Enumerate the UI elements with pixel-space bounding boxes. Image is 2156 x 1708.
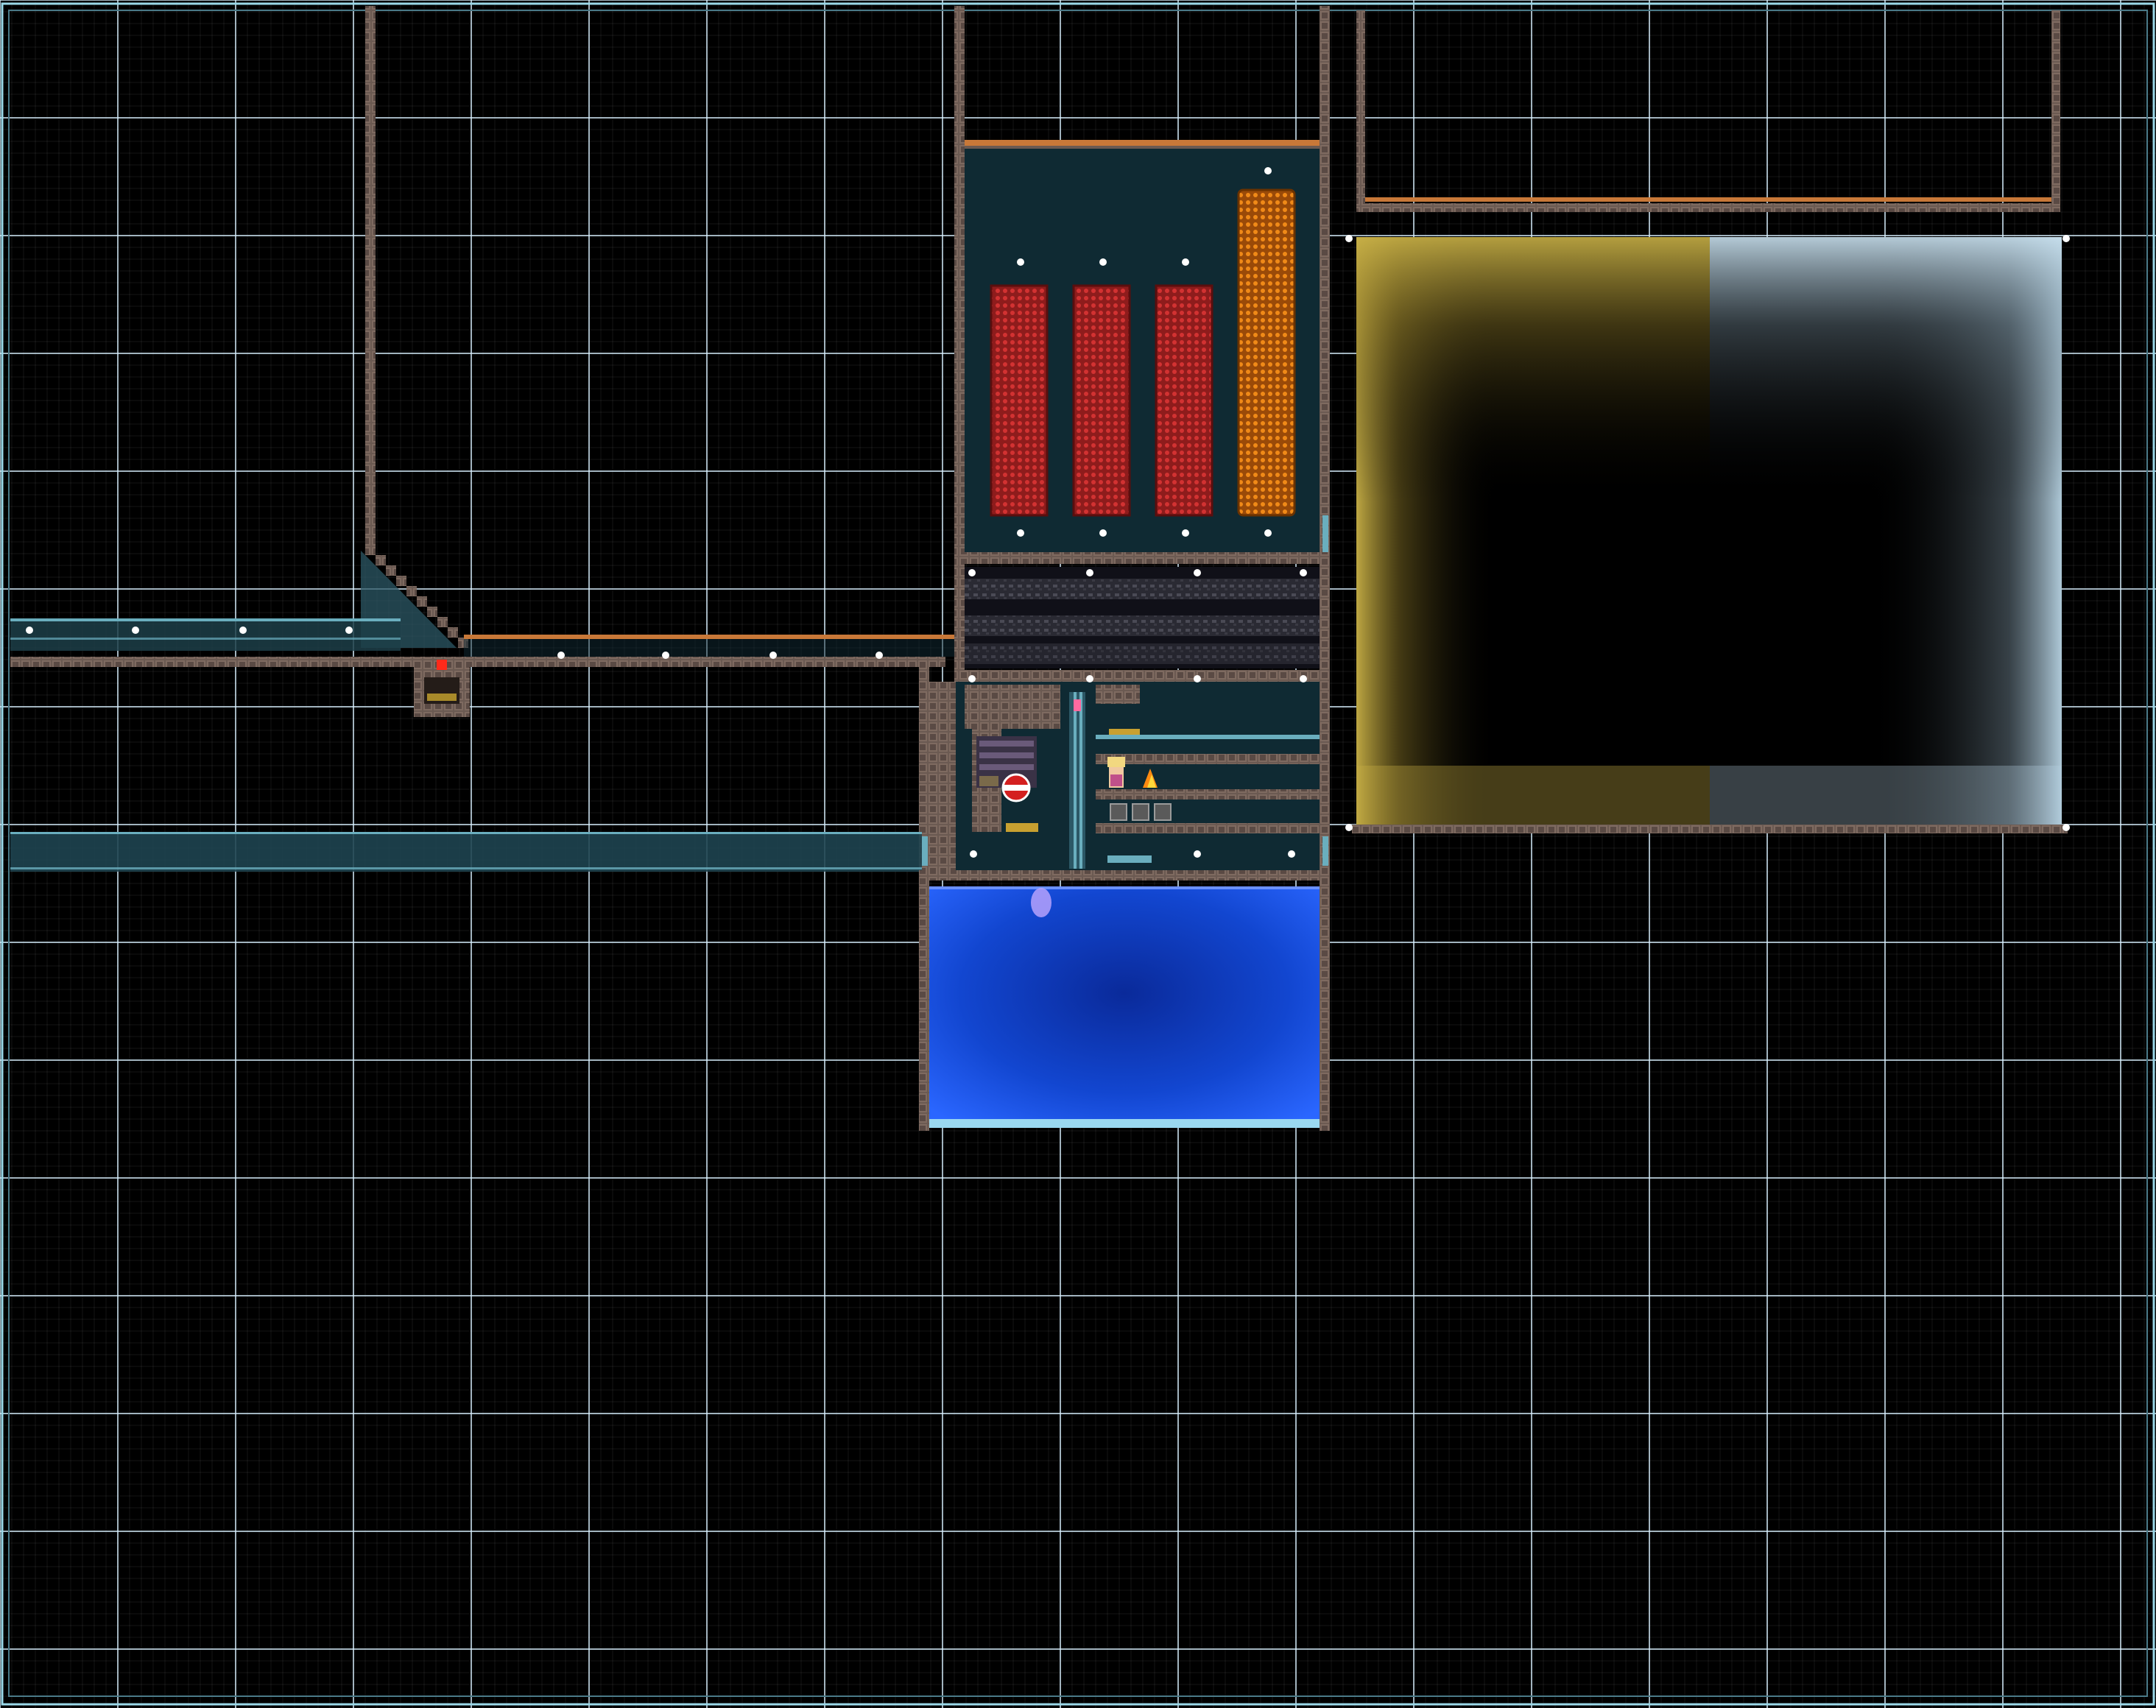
light-icon[interactable] [1182, 529, 1189, 537]
workbench-icon[interactable] [1006, 823, 1038, 832]
light-icon[interactable] [557, 652, 565, 659]
brick-block-upper [965, 685, 1060, 729]
pool-wall-left [919, 881, 929, 1131]
right-shaft-wall-right [2051, 10, 2060, 212]
brick-pillar-left [929, 682, 956, 870]
lower-left-corridor [10, 832, 922, 872]
light-icon[interactable] [662, 652, 669, 659]
light-icon[interactable] [26, 627, 33, 634]
bed-icon[interactable] [979, 776, 998, 786]
table-icon[interactable] [1109, 729, 1140, 735]
tower-glass-panel [1322, 515, 1328, 552]
shelf-platform-2 [1096, 754, 1320, 764]
red-tank-1 [990, 284, 1049, 517]
tower-glass-panel [1322, 836, 1328, 866]
light-icon[interactable] [1086, 569, 1093, 576]
light-icon[interactable] [1345, 824, 1353, 831]
quarters-floor [919, 870, 1330, 881]
light-icon[interactable] [239, 627, 247, 634]
light-icon[interactable] [1288, 850, 1295, 858]
storage-floor [1352, 825, 2068, 833]
red-tank-3 [1155, 284, 1213, 517]
pool-floor-glow [929, 1119, 1320, 1128]
light-icon[interactable] [1017, 529, 1024, 537]
tank-room-roof-trim [965, 140, 1320, 146]
shaft-wall-left [365, 6, 376, 551]
light-icon[interactable] [1099, 258, 1107, 266]
light-icon[interactable] [1300, 675, 1307, 682]
light-icon[interactable] [1300, 569, 1307, 576]
light-icon[interactable] [1264, 529, 1272, 537]
shelf-platform-3 [1096, 789, 1320, 800]
right-shaft-trim [1365, 197, 2051, 202]
tower-glass-panel [922, 836, 928, 866]
light-icon[interactable] [1264, 167, 1272, 174]
light-icon[interactable] [2062, 235, 2070, 242]
ladder[interactable] [1069, 692, 1085, 869]
light-icon[interactable] [970, 850, 977, 858]
crafting-station-icon[interactable] [427, 694, 457, 701]
light-icon[interactable] [876, 652, 883, 659]
light-icon[interactable] [968, 675, 976, 682]
red-tank-2 [1072, 284, 1131, 517]
light-icon[interactable] [769, 652, 777, 659]
jellyfish-icon[interactable] [1031, 888, 1051, 917]
light-icon[interactable] [1194, 850, 1201, 858]
light-icon[interactable] [1182, 258, 1189, 266]
light-icon[interactable] [1194, 675, 1201, 682]
orange-tank [1237, 188, 1296, 517]
tank-room-floor [965, 552, 1320, 564]
light-icon[interactable] [345, 627, 353, 634]
copper-trim-upper-hall [464, 635, 956, 639]
light-icon[interactable] [1086, 675, 1093, 682]
light-icon[interactable] [2062, 824, 2070, 831]
game-world-map[interactable] [0, 0, 2156, 1708]
light-icon[interactable] [1099, 529, 1107, 537]
upper-left-corridor [10, 618, 401, 651]
light-icon[interactable] [1345, 235, 1353, 242]
stone-room-floor [965, 670, 1320, 682]
character-sprite-icon[interactable] [1107, 757, 1125, 788]
switch-icon[interactable] [437, 660, 447, 670]
upper-hall-floor [10, 657, 945, 667]
pool-wall-right [1320, 881, 1330, 1131]
light-icon[interactable] [132, 627, 139, 634]
right-shaft-wall-left [1356, 10, 1365, 212]
tower-wall-right [1320, 6, 1330, 875]
potion-icon[interactable] [1074, 699, 1081, 711]
light-icon[interactable] [1194, 569, 1201, 576]
shelf-platform-1 [1096, 735, 1320, 739]
water-pool [929, 886, 1320, 1123]
light-icon[interactable] [1017, 258, 1024, 266]
shelf-platform-4 [1096, 823, 1320, 833]
table-icon[interactable] [1107, 855, 1152, 863]
chest-icon[interactable] [1110, 803, 1172, 821]
light-icon[interactable] [968, 569, 976, 576]
